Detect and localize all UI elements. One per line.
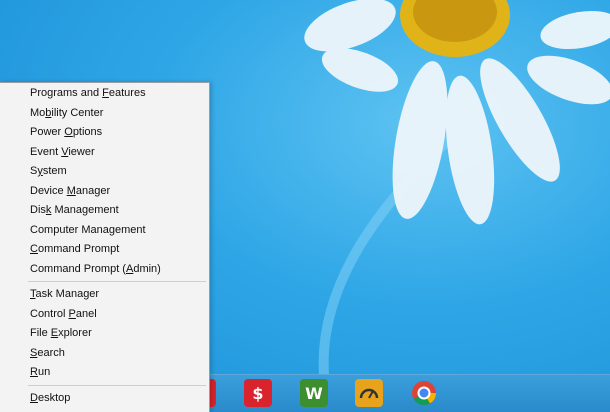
access-key: T xyxy=(30,288,36,300)
speedometer-icon[interactable] xyxy=(355,379,383,407)
menu-item[interactable]: Computer Management xyxy=(1,221,207,240)
menu-item[interactable]: Command Prompt xyxy=(1,240,207,259)
access-key: F xyxy=(102,87,109,99)
menu-item[interactable]: File Explorer xyxy=(1,324,207,343)
menu-item[interactable]: Search xyxy=(1,344,207,363)
menu-item[interactable]: Disk Management xyxy=(1,201,207,220)
menu-item[interactable]: Event Viewer xyxy=(1,143,207,162)
menu-item[interactable]: Task Manager xyxy=(1,285,207,304)
menu-item[interactable]: System xyxy=(1,162,207,181)
access-key: y xyxy=(37,165,43,177)
access-key: M xyxy=(66,184,76,197)
menu-item[interactable]: Mobility Center xyxy=(1,104,207,123)
menu-item[interactable]: Command Prompt (Admin) xyxy=(1,260,207,279)
access-key: A xyxy=(125,262,134,275)
menu-item[interactable]: Desktop xyxy=(1,389,207,408)
access-key: P xyxy=(68,307,76,320)
access-key: C xyxy=(30,243,38,255)
menu-item[interactable]: Control Panel xyxy=(1,305,207,324)
access-key: O xyxy=(64,126,73,138)
access-key: E xyxy=(50,327,59,339)
access-key: S xyxy=(30,346,38,359)
menu-item[interactable]: Power Options xyxy=(1,123,207,142)
access-key: b xyxy=(45,106,52,119)
access-key: D xyxy=(30,391,38,404)
chrome-icon[interactable] xyxy=(410,379,438,407)
winamp-icon[interactable]: W xyxy=(300,379,328,407)
speedometer-glyph xyxy=(359,388,379,399)
access-key: V xyxy=(61,145,69,158)
money-app-icon[interactable]: $ xyxy=(244,379,272,407)
access-key: k xyxy=(45,204,52,216)
menu-item[interactable]: Device Manager xyxy=(1,182,207,201)
chrome-glyph xyxy=(412,381,436,406)
menu-item[interactable]: Programs and Features xyxy=(1,84,207,103)
menu-item[interactable]: Run xyxy=(1,363,207,382)
menu-separator xyxy=(28,281,206,282)
menu-separator xyxy=(28,384,206,386)
access-key: R xyxy=(30,366,38,378)
